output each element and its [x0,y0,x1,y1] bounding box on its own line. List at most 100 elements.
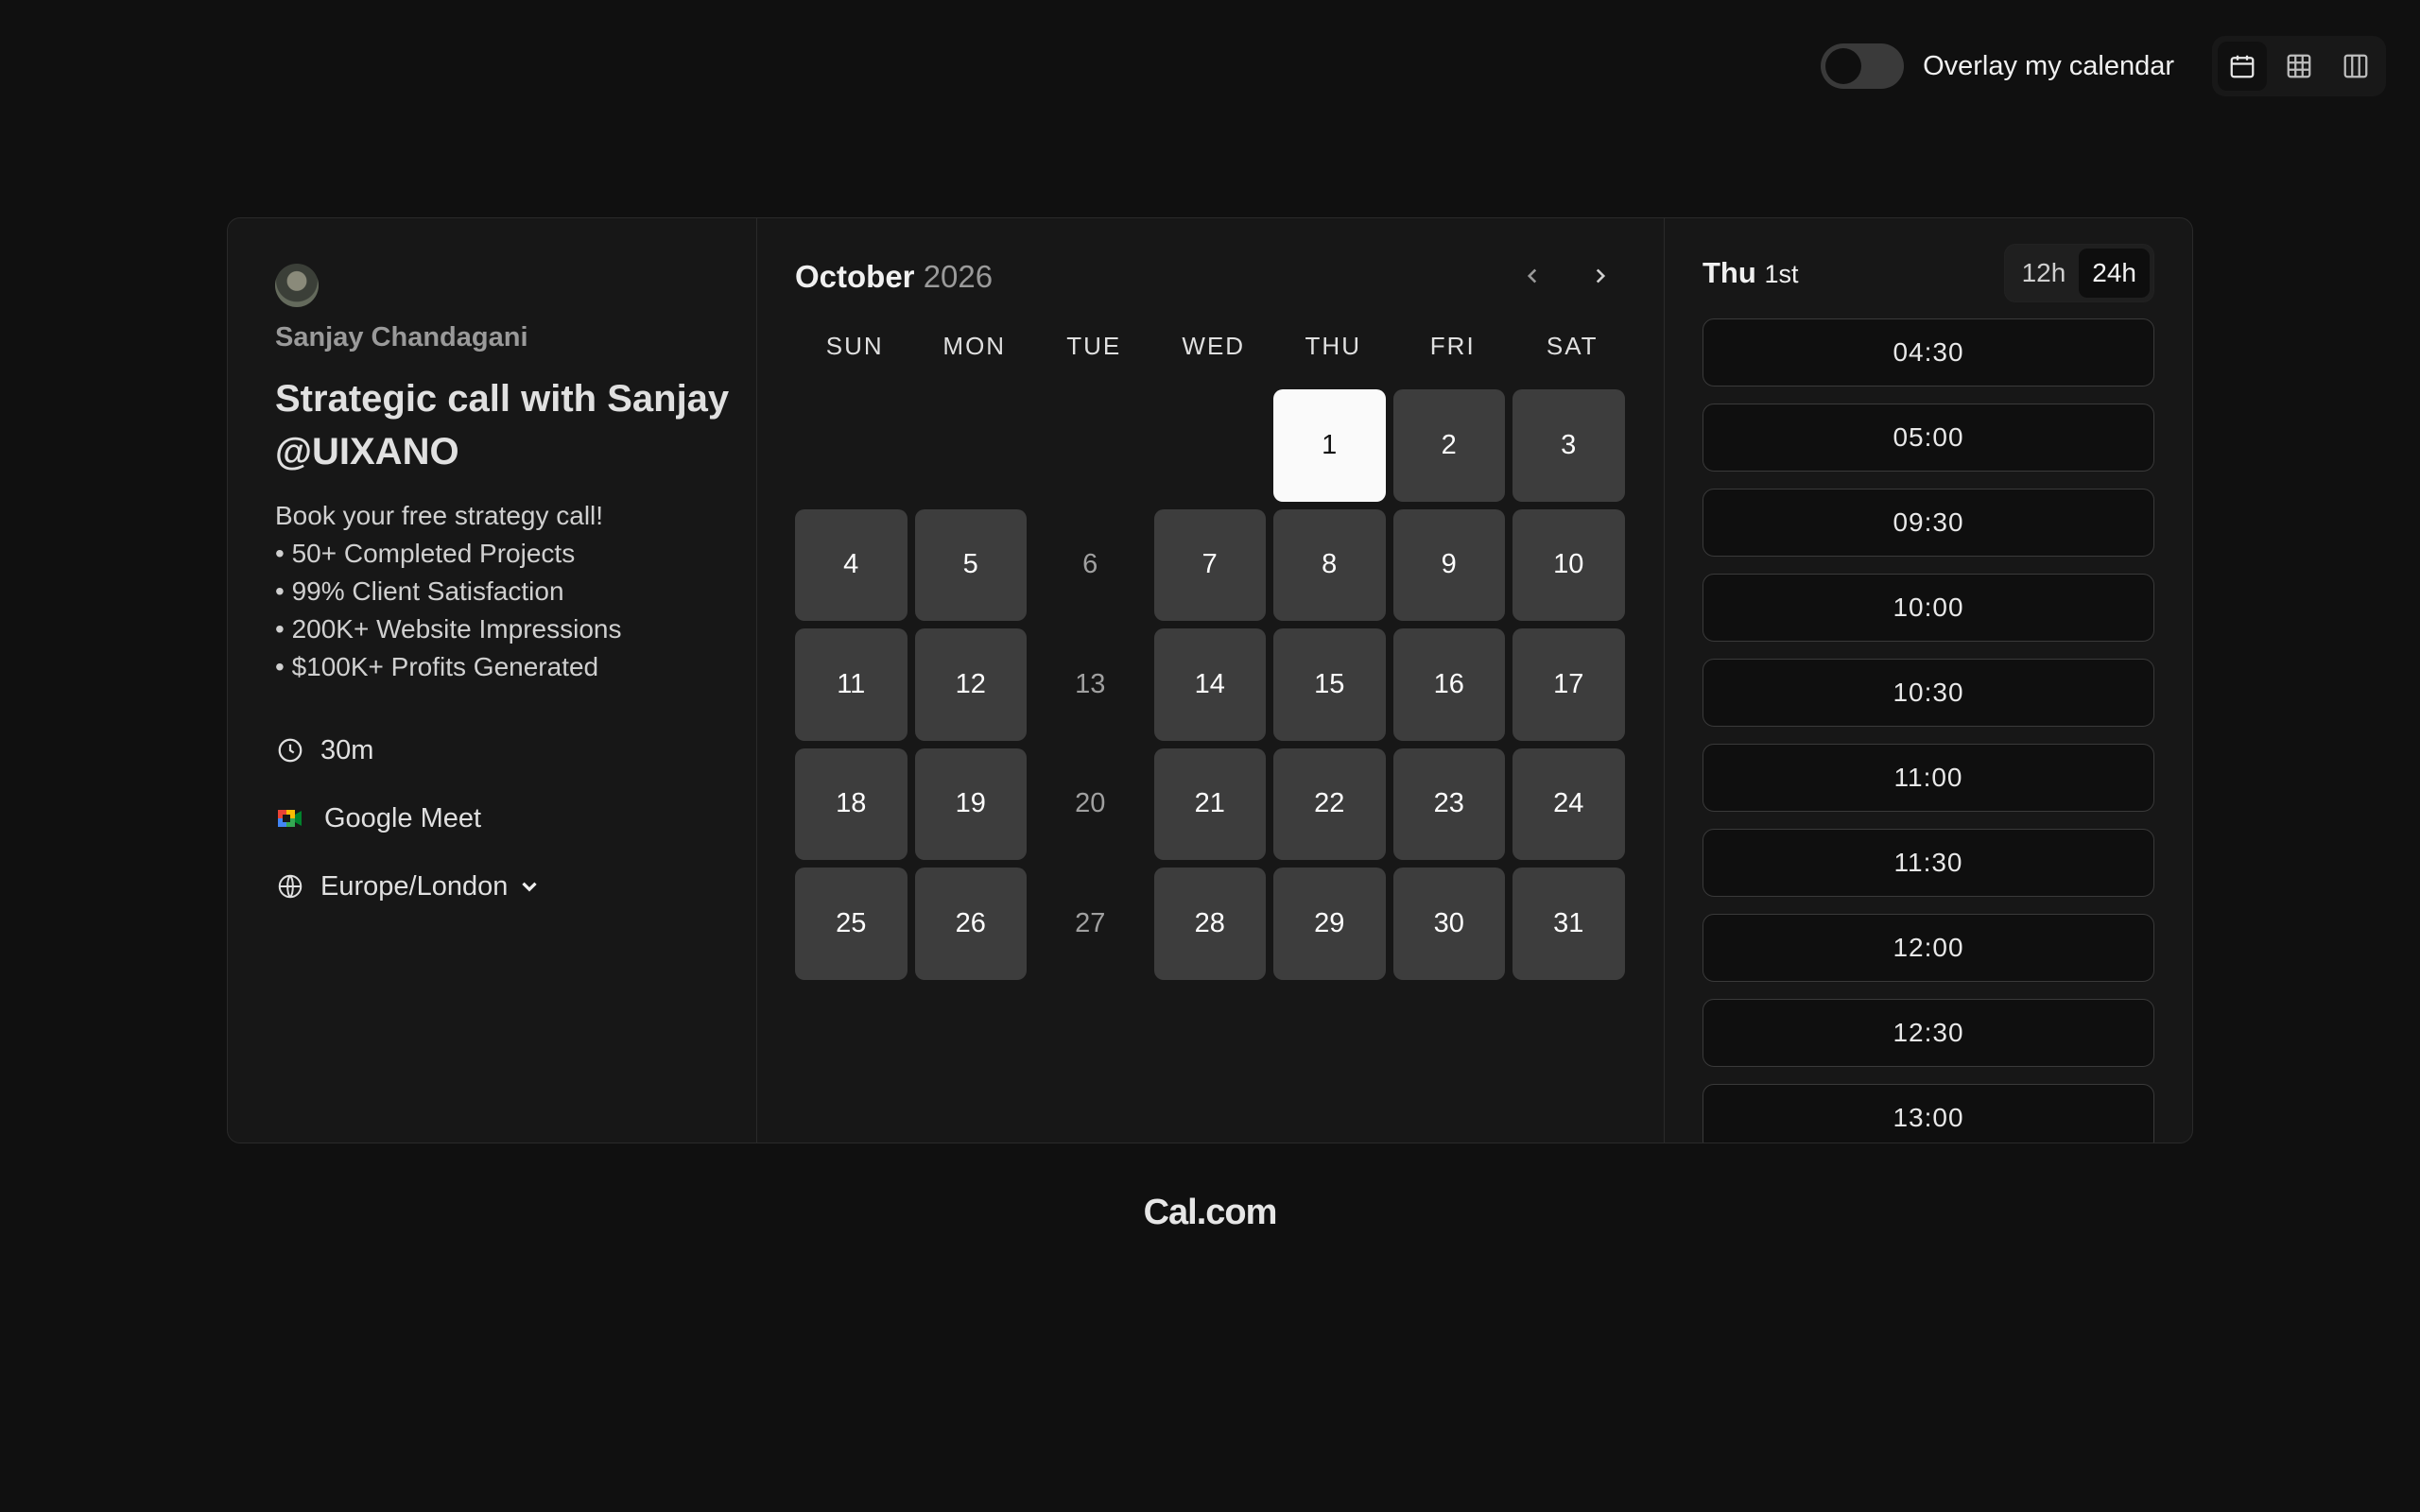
timezone-select[interactable]: Europe/London [275,868,756,905]
available-day[interactable]: 17 [1512,628,1625,741]
available-day[interactable]: 15 [1273,628,1386,741]
weekday-label: SUN [825,332,884,360]
month-navigation [1514,258,1618,294]
month-view-button[interactable] [2218,42,2267,91]
available-day[interactable]: 3 [1512,389,1625,502]
unavailable-day: 20 [1075,788,1106,819]
chevron-down-icon [522,882,537,892]
event-title: Strategic call with Sanjay @UIXANO [275,378,730,472]
weekday-label: MON [942,332,1007,360]
chevron-left-icon [1527,268,1537,284]
available-day[interactable]: 22 [1273,747,1386,860]
unavailable-day: 27 [1075,907,1106,938]
top-bar: Overlay my calendar [1821,36,2386,96]
selected-day-name: Thu [1703,256,1756,289]
available-day[interactable]: 28 [1153,868,1266,980]
year-label: 2026 [923,259,994,294]
location-row: Google Meet [275,799,756,837]
booking-card: Sanjay Chandagani Strategic call with Sa… [227,217,2193,1143]
event-info-panel: Sanjay Chandagani Strategic call with Sa… [228,218,757,1143]
duration-label: 30m [320,734,374,765]
weekday-label: THU [1305,332,1361,360]
prev-month-button[interactable] [1514,258,1550,294]
weekday-label: SAT [1546,332,1599,360]
available-day[interactable]: 7 [1153,508,1266,621]
time-slot-button[interactable]: 11:00 [1703,744,2154,812]
column-view-button[interactable] [2331,42,2380,91]
chevron-right-icon [1596,268,1606,284]
unavailable-day: 13 [1075,668,1106,699]
host-name: Sanjay Chandagani [275,322,528,352]
overlay-calendar-toggle[interactable] [1821,43,1905,89]
time-slot-button[interactable]: 05:00 [1703,404,2154,472]
description-line: • 50+ Completed Projects [275,539,576,568]
time-format-toggle: 12h 24h [2003,244,2154,302]
available-day[interactable]: 4 [795,508,908,621]
weekday-label: TUE [1066,332,1122,360]
available-day[interactable]: 19 [914,747,1027,860]
available-day[interactable]: 21 [1153,747,1266,860]
week-view-button[interactable] [2274,42,2324,91]
layout-switcher [2212,36,2386,96]
available-day[interactable]: 8 [1273,508,1386,621]
available-day[interactable]: 16 [1392,628,1505,741]
available-day[interactable]: 11 [795,628,908,741]
time-slot-button[interactable]: 10:00 [1703,574,2154,642]
host-avatar [275,264,319,307]
available-day[interactable]: 9 [1392,508,1505,621]
time-slot-button[interactable]: 12:00 [1703,914,2154,982]
description-line: • $100K+ Profits Generated [275,652,599,681]
google-meet-icon [275,803,305,833]
available-day[interactable]: 24 [1512,747,1625,860]
globe-icon [275,871,305,902]
available-day[interactable]: 2 [1392,389,1505,502]
available-day[interactable]: 31 [1512,868,1625,980]
time-slot-button[interactable]: 10:30 [1703,659,2154,727]
weekday-label: WED [1182,332,1246,360]
overlay-calendar-label: Overlay my calendar [1923,50,2174,81]
slots-header: Thu 1st 12h 24h [1703,243,2154,303]
available-day[interactable]: 14 [1153,628,1266,741]
timezone-label: Europe/London [320,870,509,902]
selected-day[interactable]: 1 [1273,389,1386,502]
columns-icon [2343,54,2368,78]
time-slot-button[interactable]: 12:30 [1703,999,2154,1067]
available-day[interactable]: 26 [914,868,1027,980]
available-day[interactable]: 5 [914,508,1027,621]
available-day[interactable]: 30 [1392,868,1505,980]
available-day[interactable]: 18 [795,747,908,860]
time-slot-button[interactable]: 11:30 [1703,829,2154,897]
format-12h-button[interactable]: 12h [2009,249,2080,298]
format-24h-button[interactable]: 24h [2079,249,2150,298]
time-slot-list: 04:30 05:00 09:30 10:00 10:30 11:00 11:30 12:00… [1703,318,2154,1143]
duration-row: 30m [275,731,756,769]
available-day[interactable]: 10 [1512,508,1625,621]
unavailable-day: 6 [1082,549,1098,580]
available-day[interactable]: 23 [1392,747,1505,860]
month-calendar: October 2026 SUN MON TUE WED THU FRI SAT 12345… [757,218,1665,1143]
toggle-knob [1825,48,1862,84]
day-grid: 1 2 3 4 5 6 7 8 9 10 11 12 13 14 15 16 17 18 19 20 21 22 23 24 2… [795,389,1664,980]
event-description: Book your free strategy call! • 50+ Comp… [275,497,756,686]
available-day[interactable]: 25 [795,868,908,980]
description-line: • 200K+ Website Impressions [275,614,622,644]
time-slots-panel: Thu 1st 12h 24h 04:30 05:00 09:30 10:00 10:3… [1665,218,2192,1143]
weekday-label: FRI [1429,332,1476,360]
grid-icon [2287,54,2311,78]
selected-day-number: 1st [1764,260,1799,288]
weekday-header: SUN MON TUE WED THU FRI SAT [795,332,1664,361]
available-day[interactable]: 29 [1273,868,1386,980]
next-month-button[interactable] [1582,258,1618,294]
available-day[interactable]: 12 [914,628,1027,741]
description-line: • 99% Client Satisfaction [275,576,564,606]
location-label: Google Meet [324,802,482,833]
clock-icon [275,735,305,765]
month-name: October [795,259,915,294]
time-slot-button[interactable]: 13:00 [1703,1084,2154,1143]
time-slot-button[interactable]: 04:30 [1703,318,2154,387]
calendar-icon [2230,55,2255,78]
event-meta: 30m Google Meet Europe/London [275,731,756,905]
selected-date: Thu 1st [1703,256,1798,290]
description-line: Book your free strategy call! [275,501,604,530]
time-slot-button[interactable]: 09:30 [1703,489,2154,557]
